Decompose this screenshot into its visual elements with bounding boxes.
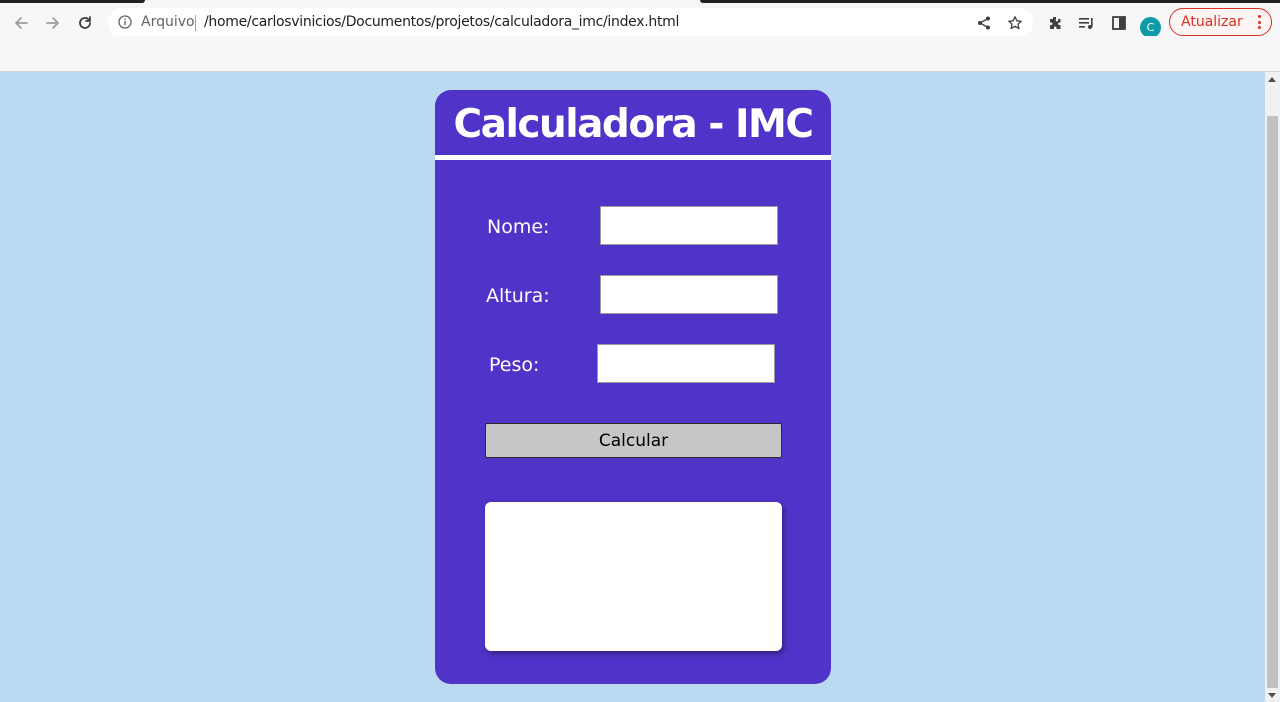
page-title: Calculadora - IMC (453, 102, 814, 147)
side-panel-icon[interactable] (1110, 14, 1128, 32)
scroll-up-arrow-icon[interactable] (1268, 77, 1276, 82)
profile-avatar[interactable]: C (1140, 17, 1161, 38)
title-divider (435, 155, 831, 160)
calculator-card: Calculadora - IMC Nome: Altura: Peso: Ca… (435, 90, 831, 684)
name-input[interactable] (600, 206, 778, 245)
url-separator (195, 15, 196, 31)
tab-strip-edge-right (700, 0, 1280, 3)
height-input[interactable] (600, 275, 778, 314)
extensions-icon[interactable] (1046, 14, 1064, 32)
page-scrollbar[interactable] (1265, 72, 1280, 702)
info-icon[interactable] (118, 15, 132, 29)
url-text[interactable]: /home/carlosvinicios/Documentos/projetos… (204, 14, 679, 30)
weight-label: Peso: (489, 354, 540, 376)
tab-strip-edge-left (0, 0, 145, 3)
media-queue-icon[interactable] (1078, 14, 1096, 32)
height-label: Altura: (486, 285, 550, 307)
share-icon[interactable] (976, 15, 992, 31)
browser-toolbar: Arquivo /home/carlosvinicios/Documentos/… (0, 6, 1280, 38)
reload-icon[interactable] (74, 12, 96, 34)
origin-label: Arquivo (141, 14, 195, 30)
star-icon[interactable] (1007, 15, 1023, 31)
weight-input[interactable] (597, 344, 775, 383)
calculate-button[interactable]: Calcular (485, 423, 782, 458)
address-bar[interactable]: Arquivo /home/carlosvinicios/Documentos/… (108, 8, 1033, 38)
update-label: Atualizar (1181, 14, 1243, 30)
menu-dots-icon[interactable] (1258, 15, 1262, 29)
back-arrow-icon[interactable] (10, 12, 32, 34)
forward-arrow-icon[interactable] (42, 12, 64, 34)
toolbar-spacer (0, 36, 1280, 72)
name-label: Nome: (487, 216, 550, 238)
scroll-down-arrow-icon[interactable] (1268, 693, 1276, 698)
result-box (485, 502, 782, 651)
update-button[interactable]: Atualizar (1169, 8, 1272, 36)
scroll-thumb[interactable] (1267, 116, 1278, 688)
